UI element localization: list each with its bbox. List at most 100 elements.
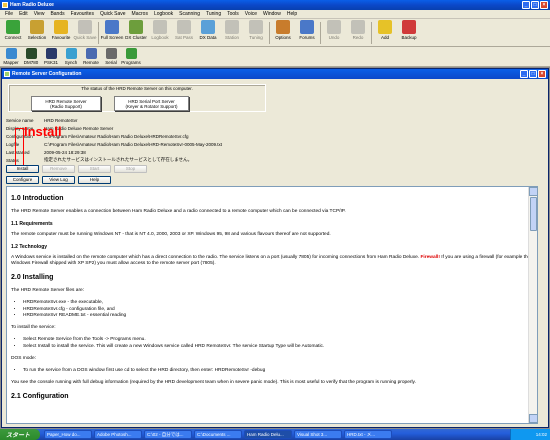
requirements-paragraph: The remote computer must be running Wind… [11,231,331,237]
toolbar-button-label: Forums [299,35,315,40]
scroll-down-arrow[interactable] [529,414,537,423]
taskbar-task[interactable]: HRD.txt - メ... [344,430,392,439]
toolbar-tuning-button[interactable]: Tuning [245,20,267,40]
config-actions-row: Configure View Log Help [6,176,111,184]
toolbar-redo-button[interactable]: Redo [347,20,369,40]
toolbar-button-label: Mapper [3,60,19,65]
installing-heading: 2.0 Installing [11,274,54,282]
toolbar-button-label: Logbook [151,35,169,40]
toolbar-logbook-button[interactable]: Logbook [149,20,171,40]
menu-file[interactable]: File [2,11,16,17]
toolbar-serial-button[interactable]: Serial [102,48,120,65]
close-button[interactable]: × [540,1,548,9]
toolbar-dm780-button[interactable]: DM780 [22,48,40,65]
toolbar-button-label: Undo [328,35,340,40]
child-close-button[interactable]: × [538,70,546,78]
hrd-serial-port-server-button[interactable]: HRD Serial Port Server (Keyer & Rotator … [114,96,189,111]
menu-quick-save[interactable]: Quick Save [97,11,129,17]
detail-value: 2009-05-24 18:29:38 [44,149,86,155]
connect-icon [6,20,20,34]
remote-icon [85,48,97,59]
dos-mode-heading: DOS mode: [11,355,37,361]
remove-button[interactable]: Remove [42,165,75,173]
menu-favourites[interactable]: Favourites [68,11,97,17]
toolbar-dx-cluster-button[interactable]: DX Cluster [125,20,147,40]
child-maximize-button[interactable]: □ [529,70,537,78]
minimize-button[interactable]: _ [522,1,530,9]
toolbar-connect-button[interactable]: Connect [2,20,24,40]
view-log-button[interactable]: View Log [42,176,75,184]
toolbar-button-label: Options [275,35,291,40]
toolbar-programs-button[interactable]: Programs [121,48,141,65]
toolbar-undo-button[interactable]: Undo [323,20,345,40]
configure-button[interactable]: Configure [6,176,39,184]
menu-bar: File Edit View Bands Favourites Quick Save Mac… [0,10,550,19]
toolbar-mapper-button[interactable]: Mapper [2,48,20,65]
menu-view[interactable]: View [31,11,48,17]
detail-label: Last started [6,149,30,155]
menu-window[interactable]: Window [260,11,284,17]
menu-logbook[interactable]: Logbook [151,11,176,17]
status-description: The status of the HRD Remote Server on t… [81,86,193,91]
help-document: 1.0 Introduction The HRD Remote Server e… [6,186,538,424]
configuration-heading: 2.1 Configuration [11,393,69,401]
taskbar-task[interactable]: C:\Documents ... [194,430,242,439]
child-minimize-button[interactable]: _ [520,70,528,78]
menu-help[interactable]: Help [284,11,300,17]
menu-macros[interactable]: Macros [129,11,151,17]
hrd-remote-server-sublabel: (Radio Support) [50,104,82,109]
favourite-icon [54,20,68,34]
menu-tuning[interactable]: Tuning [203,11,224,17]
start-button[interactable]: Start [78,165,111,173]
toolbar-button-label: Serial [105,60,117,65]
hrd-remote-server-button[interactable]: HRD Remote Server (Radio Support) [31,96,101,111]
list-item: Select Install to install the service. T… [23,344,533,350]
technology-heading: 1.2 Technology [11,244,48,251]
menu-scanning[interactable]: Scanning [176,11,203,17]
toolbar-favourite-button[interactable]: Favourite [50,20,72,40]
install-annotation: Install [24,124,62,139]
install-intro: To install the service: [11,325,56,331]
install-button[interactable]: Install [6,165,39,173]
toolbar-sat-pass-button[interactable]: Sat Pass [173,20,195,40]
toolbar-forums-button[interactable]: Forums [296,20,318,40]
sat-pass-icon [177,20,191,34]
toolbar-dx-data-button[interactable]: DX Data [197,20,219,40]
toolbar-options-button[interactable]: Options [272,20,294,40]
toolbar-quick-save-button[interactable]: Quick Save [74,20,97,40]
menu-tools[interactable]: Tools [224,11,242,17]
service-details: Service name HRD RemoteSvr Display name Ham… [6,116,536,164]
taskbar-task[interactable]: Ham Radio Delu... [244,430,292,439]
help-button[interactable]: Help [78,176,111,184]
taskbar-task[interactable]: Adobe Photosh... [94,430,142,439]
toolbar-button-label: Connect [4,35,22,40]
toolbar-station-button[interactable]: Station [221,20,243,40]
toolbar-backup-button[interactable]: Backup [398,20,420,40]
menu-voice[interactable]: Voice [242,11,260,17]
logbook-icon [153,20,167,34]
taskbar-task[interactable]: Paper_How do... [44,430,92,439]
menu-edit[interactable]: Edit [16,11,31,17]
stop-button[interactable]: Stop [114,165,147,173]
detail-value: HRD RemoteSvr [44,117,78,123]
taskbar-task[interactable]: Visual Shot 3... [294,430,342,439]
scroll-thumb[interactable] [530,197,537,231]
maximize-button[interactable]: □ [531,1,539,9]
menu-bands[interactable]: Bands [47,11,67,17]
scroll-up-arrow[interactable] [529,187,537,196]
toolbar-psk31-button[interactable]: PSK31 [42,48,60,65]
hrd-serial-port-sublabel: (Keyer & Rotator Support) [125,104,178,109]
programs-icon [125,48,137,59]
mdi-area: Remote Server Configuration _ □ × The st… [0,67,550,429]
full-screen-icon [105,20,119,34]
start-button[interactable]: スタート [0,429,40,440]
toolbar-selection-button[interactable]: Selection [26,20,48,40]
toolbar-add-button[interactable]: Add [374,20,396,40]
taskbar-task[interactable]: C:\02 - 自分では... [144,430,192,439]
toolbar-button-label: PSK31 [43,60,58,65]
toolbar-full-screen-button[interactable]: Full Screen [101,20,123,40]
vertical-scrollbar[interactable] [528,187,537,423]
toolbar-remote-button[interactable]: Remote [82,48,100,65]
toolbar-button-label: Redo [352,35,364,40]
toolbar-synch-button[interactable]: Synch [62,48,80,65]
